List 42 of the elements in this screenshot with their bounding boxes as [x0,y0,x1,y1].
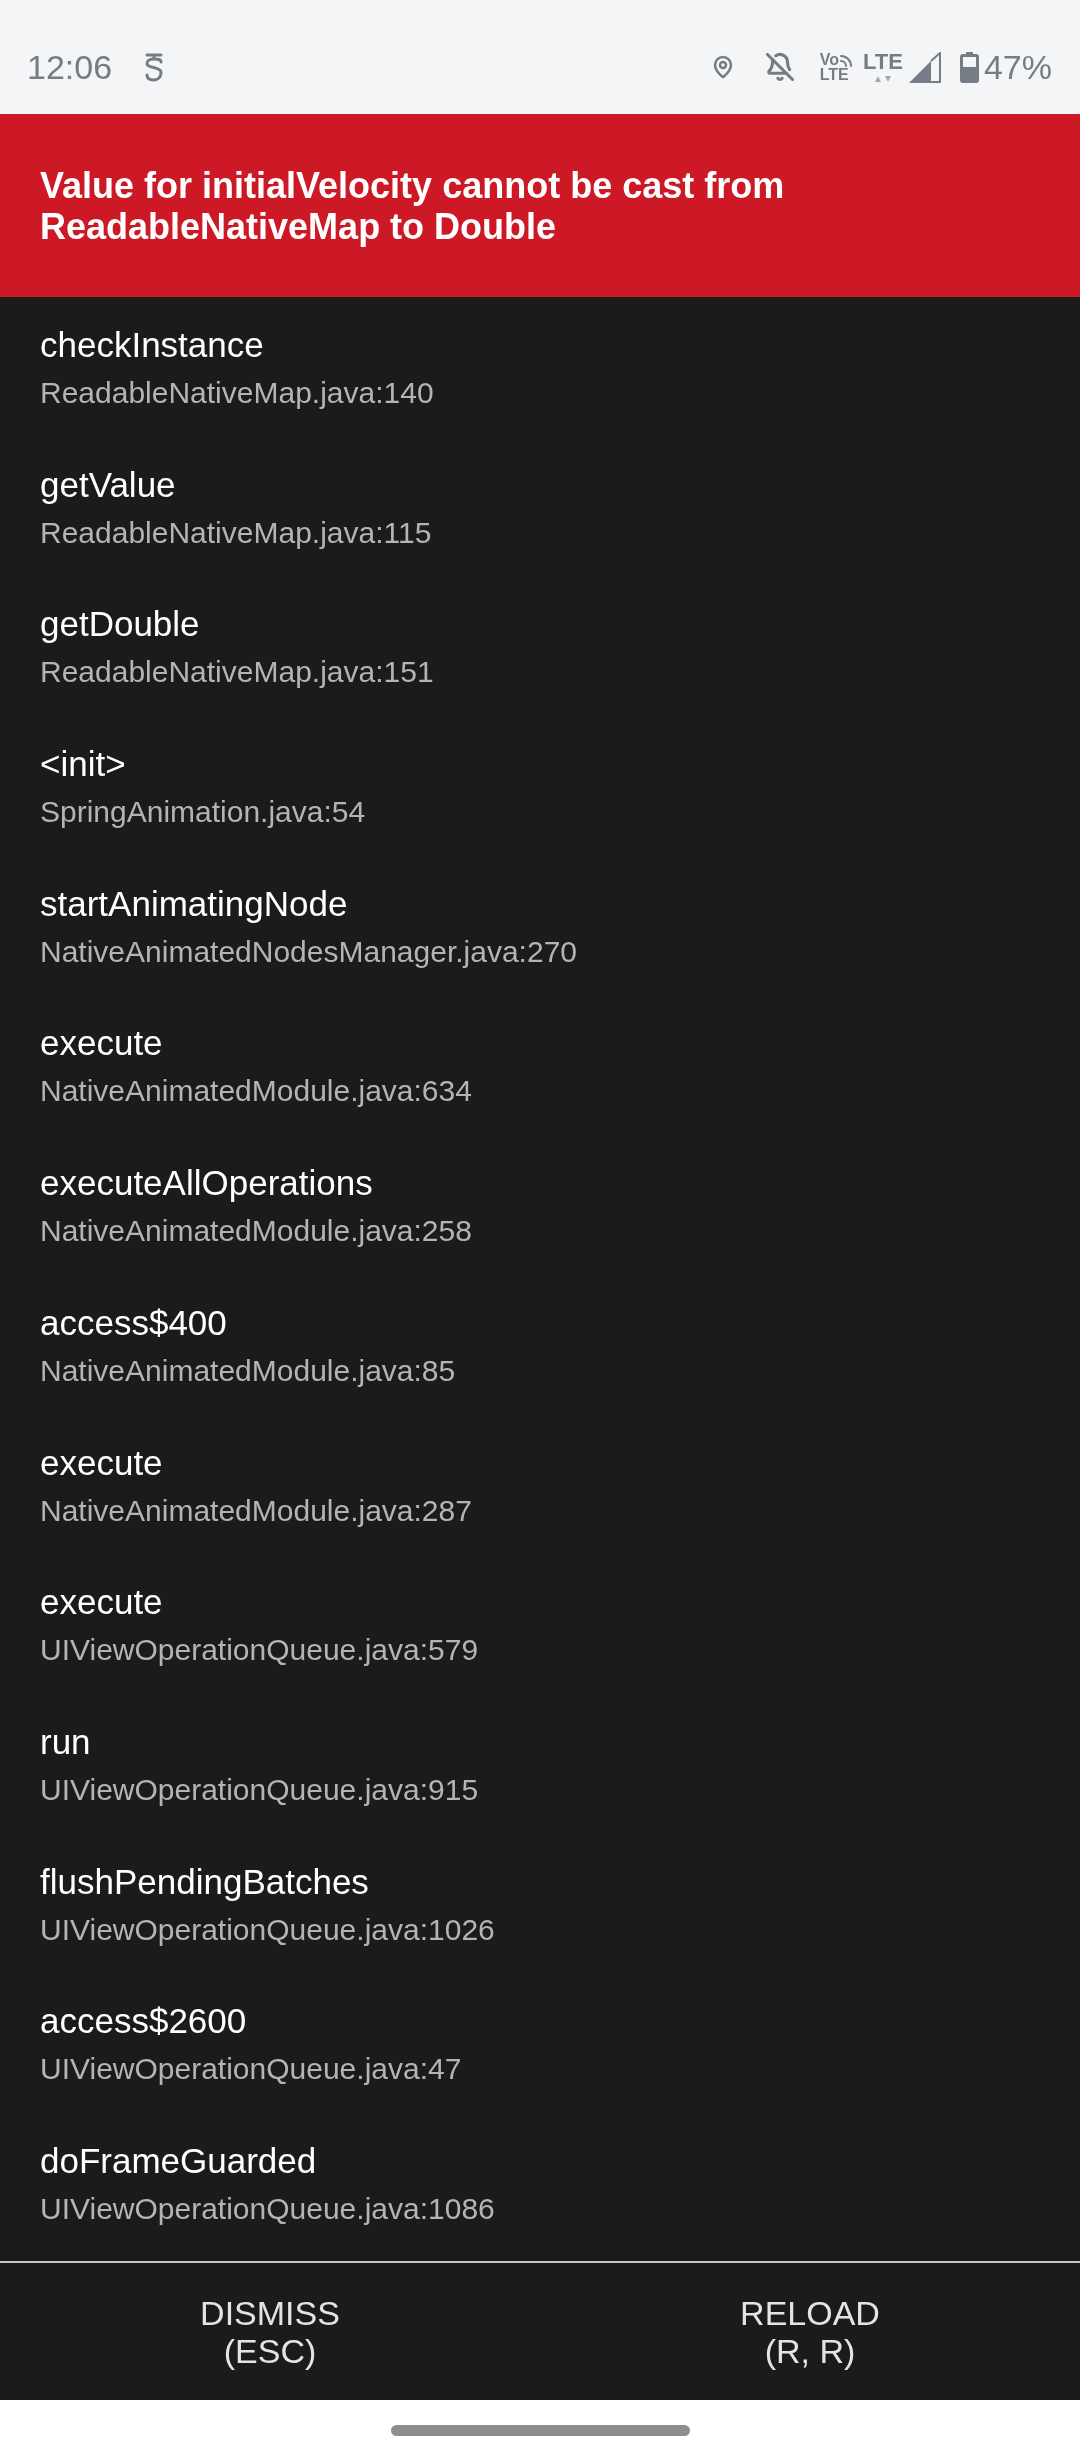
volte-label: Vo [819,52,839,67]
home-indicator[interactable] [390,2424,690,2436]
method-name: access$2600 [40,2000,247,2043]
file-location: NativeAnimatedModule.java:287 [40,1492,472,1529]
method-name: executeAllOperations [40,1162,373,1205]
method-name: getDouble [40,603,200,646]
data-arrows-icon [872,76,893,82]
battery-icon [959,51,979,83]
file-location: NativeAnimatedModule.java:634 [40,1073,472,1110]
method-name: execute [40,1022,163,1065]
network-type: LTE [863,52,903,72]
file-location: NativeAnimatedModule.java:85 [40,1352,456,1389]
file-location: NativeAnimatedModule.java:258 [40,1213,472,1250]
file-location: UIViewOperationQueue.java:47 [40,2051,462,2088]
method-name: execute [40,1581,163,1624]
method-name: checkInstance [40,324,264,366]
method-name: execute [40,1441,163,1484]
file-location: NativeAnimatedNodesManager.java:270 [40,933,577,970]
file-location: ReadableNativeMap.java:140 [40,375,434,411]
file-location: UIViewOperationQueue.java:1086 [40,2190,495,2227]
muted-bell-icon [764,52,795,82]
file-location: UIViewOperationQueue.java:915 [40,1771,479,1808]
signal-icon [908,51,941,83]
method-name: getValue [40,463,176,506]
reload-button[interactable]: RELOAD (R, R) [540,2263,1080,2400]
battery-percentage: 47% [983,47,1052,87]
volte-label: LTE [819,67,849,82]
method-name: run [40,1720,91,1763]
file-location: SpringAnimation.java:54 [40,794,366,831]
method-name: access$400 [40,1301,227,1344]
clock-time: 12:06 [27,47,113,87]
file-location: UIViewOperationQueue.java:1026 [40,1911,495,1948]
method-name: startAnimatingNode [40,882,348,925]
file-location: UIViewOperationQueue.java:579 [40,1632,479,1669]
dismiss-button[interactable]: DISMISS (ESC) [0,2263,540,2400]
file-location: ReadableNativeMap.java:151 [40,654,434,691]
error-message: Value for initialVelocity cannot be cast from ReadableNativeMap to Double [40,165,786,247]
file-location: ReadableNativeMap.java:115 [40,514,432,551]
wifi-icon [840,55,852,67]
method-name: doFrameGuarded [40,2139,317,2182]
method-name: <init> [40,743,126,786]
method-name: flushPendingBatches [40,1860,369,1903]
